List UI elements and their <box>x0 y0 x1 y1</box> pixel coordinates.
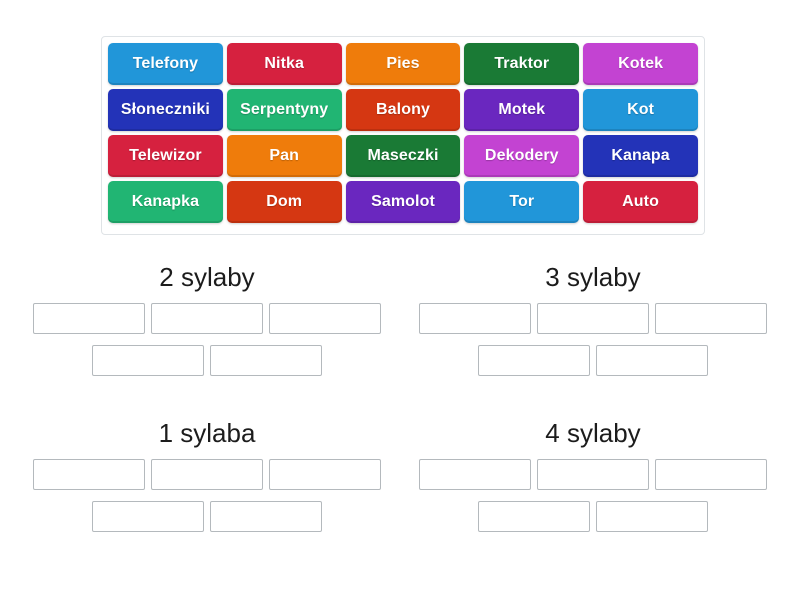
answer-slot[interactable] <box>596 501 708 532</box>
word-tile[interactable]: Pies <box>345 43 461 85</box>
tile-row: Słoneczniki Serpentyny Balony Motek Kot <box>108 89 698 131</box>
category-title: 1 sylaba <box>158 418 256 448</box>
word-tile[interactable]: Dekodery <box>464 135 580 177</box>
category-group-1-sylaba: 1 sylaba <box>26 418 388 532</box>
word-tile[interactable]: Maseczki <box>345 135 461 177</box>
word-tile[interactable]: Motek <box>464 89 580 131</box>
category-group-2-sylaby: 2 sylaby <box>26 262 388 376</box>
word-tile[interactable]: Kotek <box>583 43 698 85</box>
category-slots <box>412 459 774 532</box>
answer-slot[interactable] <box>151 459 263 490</box>
tile-row: Telefony Nitka Pies Traktor Kotek <box>108 43 698 85</box>
word-tile[interactable]: Samolot <box>345 181 461 223</box>
word-tile[interactable]: Auto <box>583 181 698 223</box>
answer-slot[interactable] <box>655 459 767 490</box>
answer-slot[interactable] <box>92 345 204 376</box>
slot-row <box>412 459 774 490</box>
category-group-3-sylaby: 3 sylaby <box>412 262 774 376</box>
answer-slot[interactable] <box>596 345 708 376</box>
answer-slot[interactable] <box>269 459 381 490</box>
answer-slot[interactable] <box>92 501 204 532</box>
slot-row <box>412 303 774 334</box>
answer-slot[interactable] <box>537 303 649 334</box>
answer-slot[interactable] <box>655 303 767 334</box>
category-slots <box>26 459 388 532</box>
slot-row <box>412 345 774 376</box>
slot-row <box>26 459 388 490</box>
word-tile[interactable]: Balony <box>345 89 461 131</box>
category-slots <box>26 303 388 376</box>
word-tile[interactable]: Telefony <box>108 43 223 85</box>
answer-slot[interactable] <box>210 345 322 376</box>
word-tile[interactable]: Pan <box>226 135 342 177</box>
category-title: 4 sylaby <box>545 418 641 448</box>
tile-row: Telewizor Pan Maseczki Dekodery Kanapa <box>108 135 698 177</box>
word-tile[interactable]: Kanapa <box>583 135 698 177</box>
answer-slot[interactable] <box>33 459 145 490</box>
answer-slot[interactable] <box>419 459 531 490</box>
word-tile[interactable]: Słoneczniki <box>108 89 223 131</box>
category-slots <box>412 303 774 376</box>
answer-slot[interactable] <box>269 303 381 334</box>
slot-row <box>26 345 388 376</box>
answer-slot[interactable] <box>419 303 531 334</box>
word-tile[interactable]: Tor <box>464 181 580 223</box>
word-tile[interactable]: Serpentyny <box>226 89 342 131</box>
category-group-4-sylaby: 4 sylaby <box>412 418 774 532</box>
word-tile[interactable]: Dom <box>226 181 342 223</box>
word-tile[interactable]: Kot <box>583 89 698 131</box>
word-tile[interactable]: Nitka <box>226 43 342 85</box>
answer-slot[interactable] <box>478 501 590 532</box>
tile-row: Kanapka Dom Samolot Tor Auto <box>108 181 698 223</box>
word-tile-bank: Telefony Nitka Pies Traktor Kotek Słoneczniki… <box>101 36 705 235</box>
answer-slot[interactable] <box>537 459 649 490</box>
category-title: 2 sylaby <box>159 262 255 292</box>
answer-slot[interactable] <box>478 345 590 376</box>
category-title: 3 sylaby <box>545 262 641 292</box>
answer-slot[interactable] <box>210 501 322 532</box>
slot-row <box>412 501 774 532</box>
word-tile[interactable]: Telewizor <box>108 135 223 177</box>
word-tile[interactable]: Kanapka <box>108 181 223 223</box>
answer-slot[interactable] <box>33 303 145 334</box>
slot-row <box>26 501 388 532</box>
slot-row <box>26 303 388 334</box>
word-tile[interactable]: Traktor <box>464 43 580 85</box>
answer-slot[interactable] <box>151 303 263 334</box>
